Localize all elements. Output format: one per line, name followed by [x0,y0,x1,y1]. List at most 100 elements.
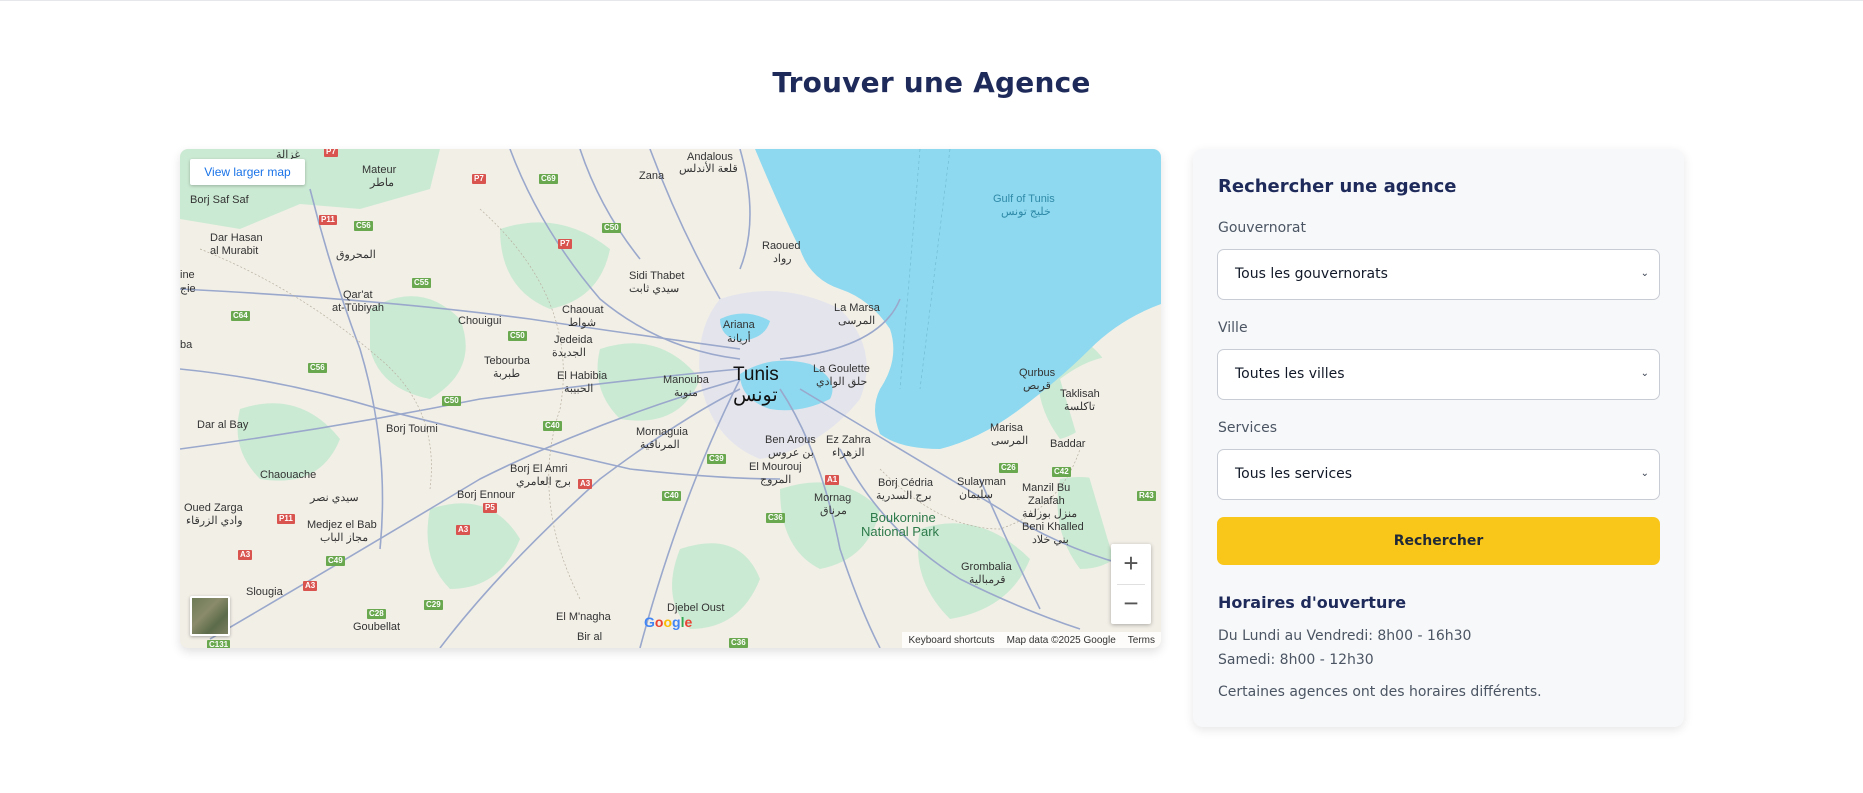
road-shield: C69 [539,174,558,184]
map-data-text: Map data ©2025 Google [1006,634,1116,646]
place-label: Jedeida [554,334,593,346]
gouvernorat-select[interactable]: Tous les gouvernorats ⌄ [1217,249,1660,300]
road-shield: C50 [602,223,621,233]
zoom-out-button[interactable]: − [1111,584,1151,624]
place-label: El Mourouj [749,461,802,473]
place-label: Mateur [362,164,397,176]
services-select[interactable]: Tous les services ⌄ [1217,449,1660,500]
place-label: ine [180,269,195,281]
road-shield: C28 [367,609,386,619]
road-shield: C36 [766,513,785,523]
road-shield: C49 [326,556,345,566]
place-label: Qar'at [343,289,373,301]
place-label: ba [180,339,193,351]
keyboard-shortcuts-link[interactable]: Keyboard shortcuts [902,635,1000,646]
road-shield: P11 [319,215,337,225]
road-shield: C131 [207,640,231,648]
place-label: at-Tūbiyah [332,302,384,314]
place-label: Borj Saf Saf [190,194,249,206]
place-label: Dar al Bay [197,419,249,431]
place-label: Sulayman [957,476,1006,488]
ville-select[interactable]: Toutes les villes ⌄ [1217,349,1660,400]
zoom-control: + − [1111,544,1151,624]
zoom-in-button[interactable]: + [1111,544,1151,584]
services-label: Services [1218,420,1278,436]
place-label: Manouba [663,374,709,386]
place-label: Chouigui [458,315,502,327]
place-label: Manzil Bu [1022,482,1071,494]
place-label-park: Boukornine [870,510,936,525]
place-label: La Goulette [813,363,870,375]
place-label: El Habibia [557,370,608,382]
terms-link[interactable]: Terms [1122,635,1161,646]
place-label: سليمان [959,489,993,501]
zoom-divider [1117,584,1145,585]
place-label: حلق الوادي [816,376,868,388]
place-label: قلعة الأندلس [679,163,738,175]
place-label: منوبة [674,387,698,399]
place-label-tunis: Tunis [733,364,779,385]
place-label: Borj Ennour [457,489,516,501]
top-divider [0,0,1863,1]
place-label: Chaouache [260,469,317,481]
place-label: Goubellat [353,621,401,633]
road-shield: P7 [324,149,338,157]
road-shield: C56 [308,363,327,373]
chevron-down-icon: ⌄ [1640,368,1649,379]
search-button[interactable]: Rechercher [1217,517,1660,565]
place-label: Chaouat [562,304,604,316]
road-shield: C50 [442,396,461,406]
place-label: Sidi Thabet [629,270,685,282]
map-attribution: Keyboard shortcuts Map data ©2025 Google… [902,632,1161,648]
place-label: الزهراء [832,447,865,459]
road-shield: P5 [483,503,497,513]
place-label: برج السدرية [876,490,932,502]
place-label: أريانة [727,333,751,345]
road-shield: C39 [707,454,726,464]
place-label: El M'nagha [556,611,611,623]
place-label: طبربة [493,368,521,380]
hours-weekdays: Du Lundi au Vendredi: 8h00 - 16h30 [1218,628,1472,644]
page-title: Trouver une Agence [772,66,1091,99]
place-label: منزل بوزلفة [1022,508,1078,520]
search-panel-title: Rechercher une agence [1218,176,1457,197]
place-label: بني خلاد [1032,534,1069,546]
services-select-value: Tous les services [1235,466,1353,482]
place-label: Ez Zahra [826,434,871,446]
search-panel: Rechercher une agence Gouvernorat Tous l… [1193,149,1684,727]
road-shield: A3 [303,581,318,591]
place-label: وادي الزرقاء [186,515,243,527]
agency-map[interactable]: غزالة Mateur ماطر Borj Saf Saf Dar Hasan… [180,149,1161,648]
place-label: Zana [639,170,665,182]
view-larger-map-link[interactable]: View larger map [190,159,305,185]
place-label: Slougia [246,586,283,598]
place-label: سيدي نصر [310,492,359,504]
place-label: شواط [568,317,597,329]
gouvernorat-label: Gouvernorat [1218,220,1306,236]
road-shield: R43 [1137,491,1156,501]
place-label: جie [180,283,196,295]
satellite-toggle-button[interactable] [190,596,230,636]
place-label: المرناقية [640,439,680,451]
hours-note: Certaines agences ont des horaires diffé… [1218,684,1542,700]
road-shield: C40 [662,491,681,501]
place-label: سيدي ثابت [629,283,680,295]
road-shield: C64 [231,311,250,321]
place-label-water: خليج تونس [1001,206,1051,218]
place-label: المروج [760,474,792,486]
place-label: برج العامري [516,476,571,488]
road-shield: C55 [412,278,431,288]
place-label: Medjez el Bab [307,519,377,531]
road-shield: A3 [456,525,471,535]
road-shield: A3 [238,550,253,560]
place-label: مرناق [820,505,847,517]
road-shield: P11 [277,514,295,524]
place-label-park: National Park [861,524,940,539]
place-label-tunis-ar: تونس [733,385,778,406]
place-label: Ben Arous [765,434,816,446]
place-label: بن عروس [768,447,814,459]
road-shield: C26 [999,463,1018,473]
place-label: Tebourba [484,355,530,367]
place-label: Ariana [723,319,755,331]
ville-label: Ville [1218,320,1248,336]
